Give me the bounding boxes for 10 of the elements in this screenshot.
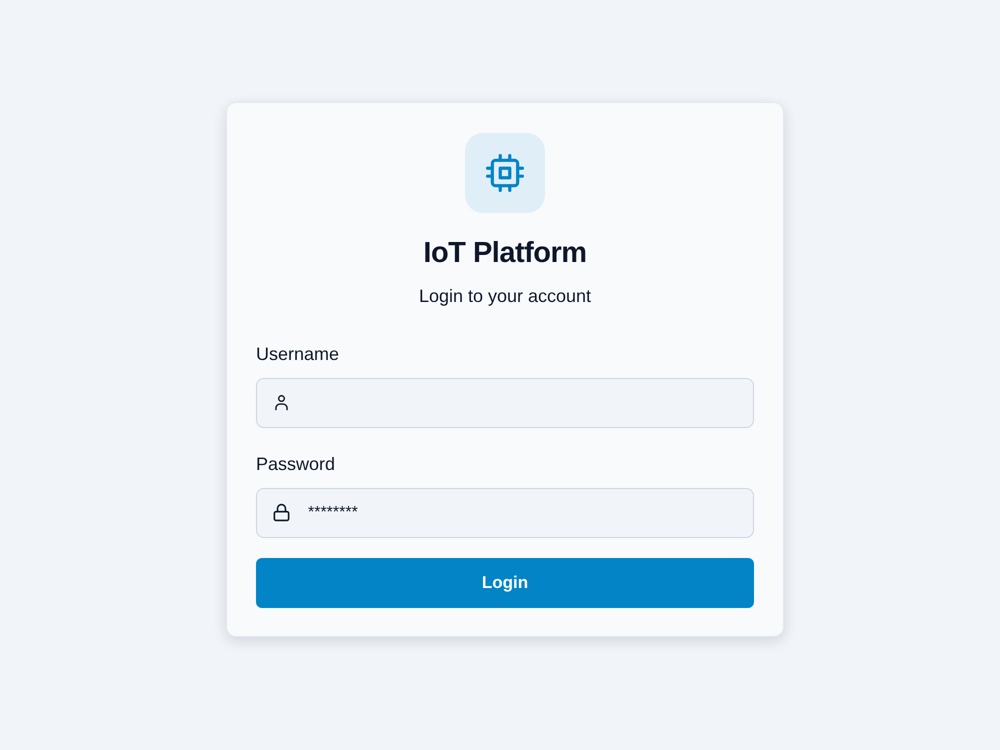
- subtitle-text: Login to your account: [418, 286, 592, 306]
- person-icon: [272, 393, 291, 412]
- field-label: Password: [256, 454, 336, 474]
- input-field[interactable]: ********: [256, 488, 754, 538]
- padlock-icon: [272, 503, 291, 522]
- input-field[interactable]: [256, 378, 754, 428]
- app-title: IoT Platform: [423, 236, 587, 270]
- chip-icon: [486, 154, 524, 192]
- login-button[interactable]: Login: [256, 558, 754, 608]
- field-label: Username: [256, 344, 340, 364]
